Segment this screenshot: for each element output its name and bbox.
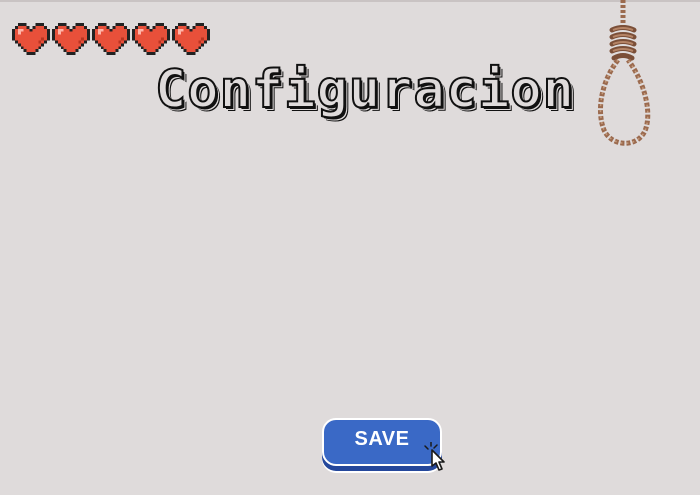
game-screen: Configuracion SAVE (0, 0, 700, 495)
heart-icon (52, 22, 90, 56)
heart-icon (12, 22, 50, 56)
heart-icon (132, 22, 170, 56)
heart-icon (172, 22, 210, 56)
heart-icon (92, 22, 130, 56)
noose-icon (598, 0, 651, 146)
hand-cursor-icon (424, 442, 445, 471)
lives-bar (12, 22, 210, 56)
